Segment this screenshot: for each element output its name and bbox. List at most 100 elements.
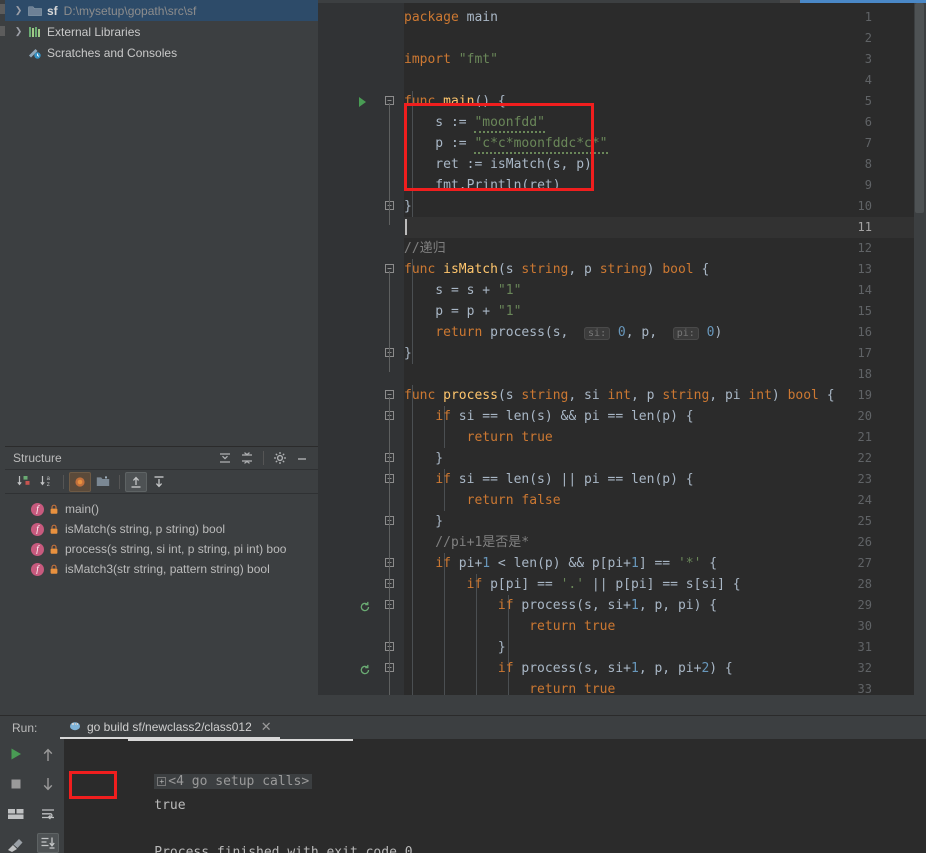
structure-item-label: process(s string, si int, p string, pi i…: [65, 542, 287, 556]
code-line[interactable]: p = p + "1": [404, 301, 521, 322]
chevron-right-icon[interactable]: ❯: [11, 26, 26, 37]
code-line[interactable]: return true: [404, 679, 615, 695]
code-token: '*': [677, 556, 702, 571]
console-fold-text: <4 go setup calls>: [168, 774, 310, 789]
divider: [119, 474, 120, 489]
code-token: package: [404, 10, 459, 25]
line-number: 11: [857, 220, 872, 234]
code-line[interactable]: if p[pi] == '.' || p[pi] == s[si] {: [404, 574, 741, 595]
minimize-icon[interactable]: [292, 448, 312, 468]
code-line[interactable]: return false: [404, 490, 561, 511]
line-number: 10: [857, 199, 872, 213]
library-icon: [26, 26, 44, 38]
expand-all-icon[interactable]: [215, 448, 235, 468]
code-token: ret :=: [404, 157, 491, 172]
collapse-all-icon[interactable]: [237, 448, 257, 468]
sort-by-visibility-icon[interactable]: [13, 472, 35, 492]
code-line[interactable]: }: [404, 637, 506, 658]
scroll-to-end-icon[interactable]: [37, 833, 59, 853]
code-line[interactable]: ret := isMatch(s, p): [404, 154, 592, 175]
structure-item[interactable]: f isMatch3(str string, pattern string) b…: [5, 559, 318, 579]
tree-item-external-libraries[interactable]: ❯ External Libraries: [5, 21, 318, 42]
code-line[interactable]: import "fmt": [404, 49, 498, 70]
code-token: si == len(s) && pi == len(p) {: [450, 409, 694, 424]
code-line[interactable]: return true: [404, 427, 553, 448]
code-token: p = p +: [404, 304, 498, 319]
run-tab[interactable]: go build sf/newclass2/class012 ✕: [60, 716, 280, 739]
code-line[interactable]: s := "moonfdd": [404, 112, 545, 133]
stop-icon[interactable]: [5, 775, 27, 793]
code-token: }: [404, 451, 444, 466]
rerun-icon[interactable]: [5, 745, 27, 763]
code-line[interactable]: package main: [404, 7, 498, 28]
code-token: if: [497, 661, 514, 676]
code-line[interactable]: func process(s string, si int, p string,…: [404, 385, 835, 406]
chevron-right-icon[interactable]: ❯: [11, 5, 26, 16]
console-output-true: true: [154, 798, 186, 813]
code-line[interactable]: if pi+1 < len(p) && p[pi+1] == '*' {: [404, 553, 717, 574]
code-line[interactable]: func main() {: [404, 91, 506, 112]
code-line[interactable]: }: [404, 448, 443, 469]
code-token: bool: [662, 262, 694, 277]
clear-all-icon[interactable]: [5, 835, 27, 853]
tree-item-scratches-and-consoles[interactable]: Scratches and Consoles: [5, 42, 318, 63]
show-non-public-icon[interactable]: [69, 471, 91, 492]
code-token: main: [458, 10, 498, 25]
code-line[interactable]: return true: [404, 616, 615, 637]
code-line[interactable]: p := "c*c*moonfddc*c*": [404, 133, 608, 154]
scroll-from-source-icon[interactable]: [125, 471, 147, 492]
code-line[interactable]: //pi+1是否是*: [404, 532, 529, 553]
recursive-call-icon[interactable]: [359, 600, 371, 612]
structure-item[interactable]: f main(): [5, 499, 318, 519]
code-token: process(s,: [482, 325, 585, 340]
code-editor[interactable]: package main import "fmt" func main() { s …: [318, 3, 926, 695]
code-token: p[pi] ==: [482, 577, 561, 592]
close-icon[interactable]: ✕: [261, 719, 272, 735]
up-arrow-icon[interactable]: [37, 745, 59, 764]
structure-item[interactable]: f process(s string, si int, p string, pi…: [5, 539, 318, 559]
code-token: }: [404, 640, 506, 655]
code-line[interactable]: if process(s, si+1, p, pi+2) {: [404, 658, 733, 679]
group-by-file-icon[interactable]: [92, 472, 114, 492]
down-arrow-icon[interactable]: [37, 774, 59, 793]
line-number: 7: [864, 136, 872, 150]
sort-alphabetically-icon[interactable]: a z: [36, 472, 58, 492]
line-number: 4: [864, 73, 872, 87]
soft-wrap-icon[interactable]: [37, 804, 59, 823]
code-line[interactable]: func isMatch(s string, p string) bool {: [404, 259, 709, 280]
code-line[interactable]: return process(s, si: 0, p, pi: 0): [404, 322, 722, 344]
recursive-call-icon[interactable]: [359, 663, 371, 675]
run-gutter-icon[interactable]: [359, 97, 366, 107]
run-console[interactable]: + <4 go setup calls> true Process finishe…: [64, 739, 926, 853]
code-line[interactable]: }: [404, 511, 443, 532]
scroll-to-source-icon[interactable]: [148, 472, 170, 492]
line-number: 14: [857, 283, 872, 297]
code-line[interactable]: }: [404, 196, 412, 217]
code-line[interactable]: fmt.Println(ret): [404, 175, 560, 196]
code-line[interactable]: }: [404, 343, 412, 364]
code-token: (s, p): [544, 157, 592, 172]
editor-scrollbar[interactable]: [914, 3, 926, 695]
restore-layout-icon[interactable]: [5, 805, 27, 823]
line-number: 23: [857, 472, 872, 486]
structure-item[interactable]: f isMatch(s string, p string) bool: [5, 519, 318, 539]
project-tree-panel: ❯ sf D:\mysetup\gopath\src\sf ❯ External…: [5, 0, 318, 446]
code-token: 1: [630, 661, 639, 676]
code-line[interactable]: if si == len(s) && pi == len(p) {: [404, 406, 694, 427]
code-line[interactable]: if si == len(s) || pi == len(p) {: [404, 469, 693, 490]
scrollbar-thumb[interactable]: [915, 3, 924, 213]
code-line[interactable]: if process(s, si+1, p, pi) {: [404, 595, 717, 616]
code-line[interactable]: //递归: [404, 238, 446, 259]
structure-toolbar: a z: [5, 470, 318, 494]
line-number: 21: [857, 430, 872, 444]
lock-icon: [47, 544, 61, 555]
tree-item-sf[interactable]: ❯ sf D:\mysetup\gopath\src\sf: [5, 0, 318, 21]
code-line[interactable]: s = s + "1": [404, 280, 521, 301]
code-token: false: [521, 493, 561, 508]
gear-icon[interactable]: [270, 448, 290, 468]
